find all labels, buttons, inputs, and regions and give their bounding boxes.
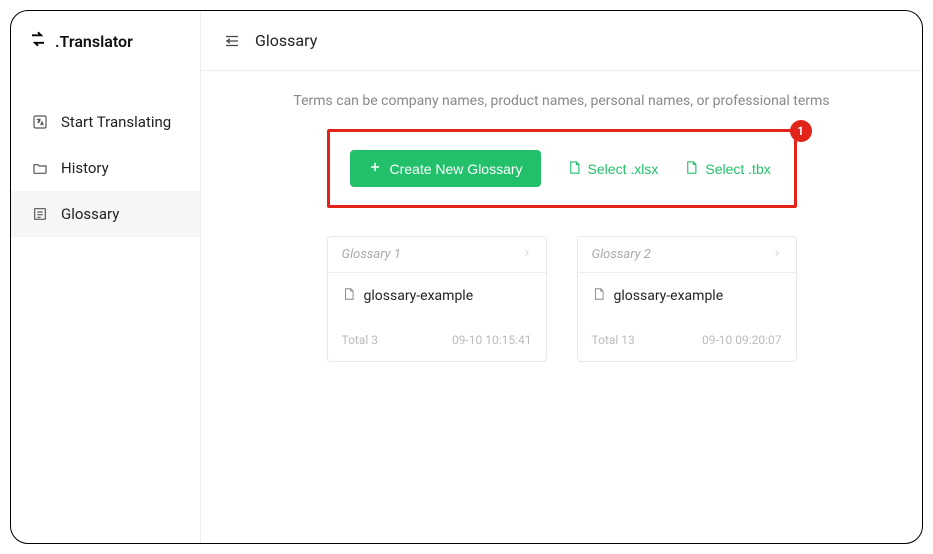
hint-text: Terms can be company names, product name… — [241, 93, 882, 109]
glossary-card-head: Glossary 2 — [578, 237, 796, 273]
file-xlsx-icon — [567, 160, 582, 178]
file-tbx-icon — [684, 160, 699, 178]
select-tbx-label: Select .tbx — [705, 161, 770, 177]
chevron-right-icon — [772, 247, 782, 262]
glossary-filename: glossary-example — [364, 288, 474, 304]
callout-badge: 1 — [790, 120, 812, 142]
main: Glossary Terms can be company names, pro… — [201, 11, 922, 543]
file-icon — [342, 287, 356, 305]
glossary-card-body: glossary-example — [328, 273, 546, 315]
sidebar: .Translator Start Translating — [11, 11, 201, 543]
app-window: .Translator Start Translating — [10, 10, 923, 544]
sidebar-item-label: History — [61, 159, 109, 177]
sidebar-item-glossary[interactable]: Glossary — [11, 191, 200, 237]
actions-callout: 1 Create New Glossary — [327, 129, 797, 208]
create-glossary-button[interactable]: Create New Glossary — [350, 150, 541, 187]
glossary-icon — [31, 205, 49, 223]
topbar: Glossary — [201, 11, 922, 71]
page-title: Glossary — [255, 31, 317, 50]
glossary-card-title: Glossary 2 — [592, 247, 651, 262]
glossary-timestamp: 09-10 09:20:07 — [702, 333, 782, 347]
glossary-card-body: glossary-example — [578, 273, 796, 315]
sidebar-item-start-translating[interactable]: Start Translating — [11, 99, 200, 145]
glossary-total: Total 3 — [342, 333, 379, 347]
sidebar-item-label: Glossary — [61, 205, 119, 223]
brand-name: .Translator — [55, 32, 133, 51]
create-glossary-label: Create New Glossary — [390, 161, 523, 177]
translate-icon — [31, 113, 49, 131]
glossary-cards: Glossary 1 glossary-example — [241, 236, 882, 362]
glossary-card-title: Glossary 1 — [342, 247, 401, 262]
select-xlsx-label: Select .xlsx — [588, 161, 659, 177]
glossary-filename: glossary-example — [614, 288, 724, 304]
sidebar-nav: Start Translating History Glossary — [11, 99, 200, 237]
sidebar-item-history[interactable]: History — [11, 145, 200, 191]
file-icon — [592, 287, 606, 305]
content-area: Terms can be company names, product name… — [201, 71, 922, 384]
collapse-sidebar-icon[interactable] — [223, 32, 241, 50]
glossary-timestamp: 09-10 10:15:41 — [452, 333, 532, 347]
select-xlsx-button[interactable]: Select .xlsx — [567, 160, 659, 178]
glossary-card[interactable]: Glossary 2 glossary-example — [577, 236, 797, 362]
glossary-total: Total 13 — [592, 333, 635, 347]
brand-logo-icon — [29, 30, 47, 52]
folder-icon — [31, 159, 49, 177]
select-tbx-button[interactable]: Select .tbx — [684, 160, 770, 178]
brand: .Translator — [11, 11, 200, 71]
chevron-right-icon — [522, 247, 532, 262]
glossary-card[interactable]: Glossary 1 glossary-example — [327, 236, 547, 362]
glossary-card-foot: Total 3 09-10 10:15:41 — [328, 315, 546, 361]
glossary-card-head: Glossary 1 — [328, 237, 546, 273]
glossary-card-foot: Total 13 09-10 09:20:07 — [578, 315, 796, 361]
plus-icon — [368, 160, 382, 177]
sidebar-item-label: Start Translating — [61, 113, 171, 131]
